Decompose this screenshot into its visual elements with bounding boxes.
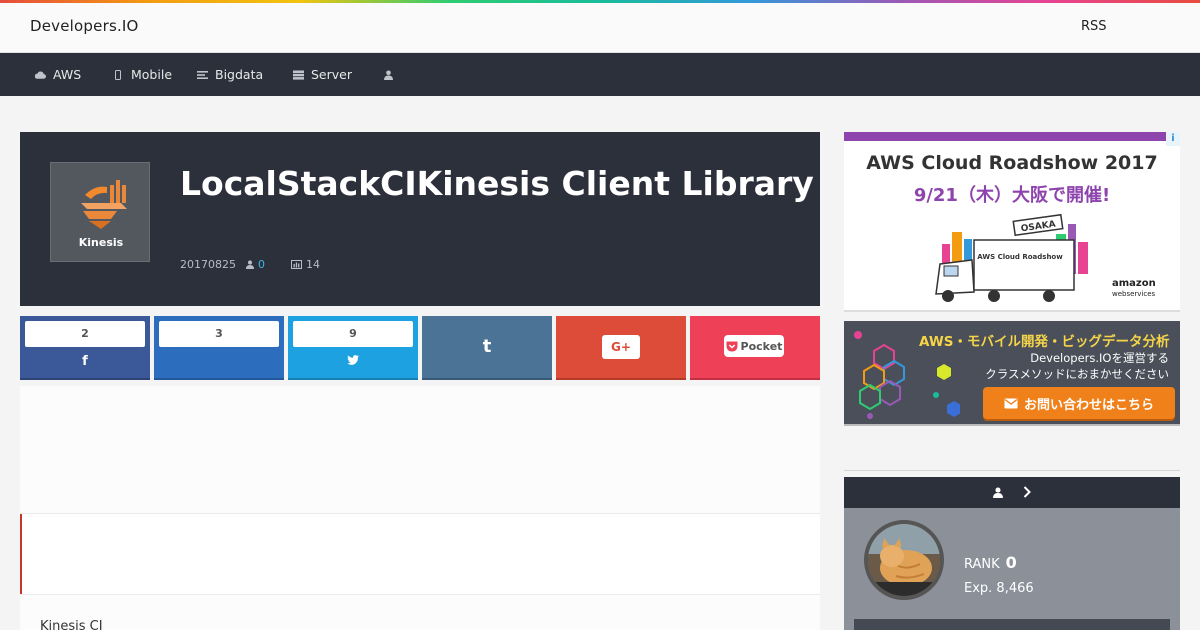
rss-link[interactable]: RSS bbox=[1081, 19, 1107, 34]
divider bbox=[20, 594, 820, 595]
ad-headline: AWS・モバイル開発・ビッグデータ分析 bbox=[919, 334, 1170, 350]
nav-label: Mobile bbox=[131, 67, 173, 82]
classmethod-ad-banner[interactable]: AWS・モバイル開発・ビッグデータ分析 Developers.IOを運営する ク… bbox=[844, 321, 1180, 426]
user-icon bbox=[246, 260, 254, 269]
bigdata-icon bbox=[196, 69, 208, 81]
rank-value: 0 bbox=[1005, 553, 1017, 572]
view-count: 14 bbox=[291, 258, 320, 271]
author-exp: Exp. 8,466 bbox=[964, 581, 1034, 596]
googleplus-icon: G+ bbox=[602, 335, 640, 359]
cat-avatar-image bbox=[868, 524, 940, 596]
author-widget-header bbox=[844, 477, 1180, 508]
contact-us-label: お問い合わせはこちら bbox=[1023, 397, 1154, 413]
cloud-icon bbox=[34, 69, 46, 81]
author-rank: RANK 0 bbox=[964, 553, 1017, 572]
top-header: Developers.IO RSS bbox=[0, 3, 1200, 53]
kinesis-icon bbox=[81, 180, 127, 229]
contact-us-button[interactable]: お問い合わせはこちら bbox=[983, 387, 1175, 419]
comment-count[interactable]: 0 bbox=[246, 258, 265, 271]
pocket-label: Pocket bbox=[740, 339, 783, 353]
bar-chart-icon bbox=[291, 260, 302, 269]
pocket-save-button[interactable]: Pocket bbox=[690, 316, 820, 378]
amazon-web-services-logo: amazon webservices bbox=[1112, 278, 1156, 299]
facebook-share-button[interactable]: 2 f bbox=[20, 316, 150, 378]
ad-info-icon[interactable]: i bbox=[1166, 132, 1180, 146]
ad-subline-2: クラスメソッドにおまかせください bbox=[985, 367, 1169, 381]
pocket-badge: Pocket bbox=[724, 335, 784, 357]
article-title: LocalStackCIKinesis Client Library bbox=[180, 164, 814, 203]
author-widget: RANK 0 Exp. 8,466 bbox=[844, 508, 1180, 630]
nav-label: Bigdata bbox=[215, 67, 264, 82]
nav-item-bigdata[interactable]: Bigdata bbox=[196, 53, 263, 96]
site-brand[interactable]: Developers.IO bbox=[30, 17, 139, 35]
nav-item-mobile[interactable]: Mobile bbox=[112, 53, 172, 96]
kinesis-logo: Kinesis bbox=[50, 162, 150, 262]
twitter-share-count: 9 bbox=[293, 321, 413, 347]
author-widget-footer-bar bbox=[854, 619, 1170, 630]
ad-title: AWS Cloud Roadshow 2017 bbox=[866, 152, 1158, 174]
view-count-value: 14 bbox=[306, 258, 320, 271]
article-header: Kinesis LocalStackCIKinesis Client Libra… bbox=[20, 132, 820, 306]
article-callout bbox=[20, 514, 820, 594]
publish-date: 20170825 bbox=[180, 258, 236, 271]
sidebar-divider bbox=[844, 470, 1180, 471]
twitter-icon bbox=[288, 354, 418, 369]
kinesis-logo-label: Kinesis bbox=[78, 236, 124, 249]
rank-label: RANK bbox=[964, 557, 1000, 572]
twitter-share-button[interactable]: 9 bbox=[288, 316, 418, 378]
nav-item-user[interactable] bbox=[382, 53, 394, 96]
chevron-right-icon[interactable] bbox=[1023, 483, 1031, 502]
hatena-bookmark-button[interactable]: 3 bbox=[154, 316, 284, 378]
category-nav: AWS Mobile Bigdata Server bbox=[0, 53, 1200, 96]
server-icon bbox=[292, 69, 304, 81]
mobile-icon bbox=[112, 69, 124, 81]
envelope-icon bbox=[1004, 398, 1018, 408]
googleplus-share-button[interactable]: G+ bbox=[556, 316, 686, 378]
tumblr-icon: t bbox=[482, 336, 492, 357]
svg-text:AWS Cloud Roadshow: AWS Cloud Roadshow bbox=[977, 253, 1063, 261]
author-avatar[interactable] bbox=[864, 520, 944, 600]
ad-subline: Developers.IOを運営する bbox=[1030, 351, 1169, 365]
pocket-icon bbox=[726, 341, 738, 351]
nav-item-server[interactable]: Server bbox=[292, 53, 352, 96]
nav-label: Server bbox=[311, 67, 352, 82]
ad-top-strip bbox=[844, 132, 1180, 141]
user-icon bbox=[382, 69, 394, 81]
article-intro-text: Kinesis CI bbox=[40, 619, 103, 630]
facebook-share-count: 2 bbox=[25, 321, 145, 347]
hatena-bookmark-count: 3 bbox=[159, 321, 279, 347]
comment-count-value: 0 bbox=[258, 258, 265, 271]
article-meta: 20170825 0 14 bbox=[180, 258, 320, 271]
nav-item-aws[interactable]: AWS bbox=[34, 53, 81, 96]
facebook-icon: f bbox=[82, 354, 88, 369]
tumblr-share-button[interactable]: t bbox=[422, 316, 552, 378]
roadshow-ad-banner[interactable]: i AWS Cloud Roadshow 2017 9/21（木）大阪で開催! … bbox=[844, 132, 1180, 312]
nav-label: AWS bbox=[53, 67, 82, 82]
user-icon bbox=[993, 483, 1003, 502]
